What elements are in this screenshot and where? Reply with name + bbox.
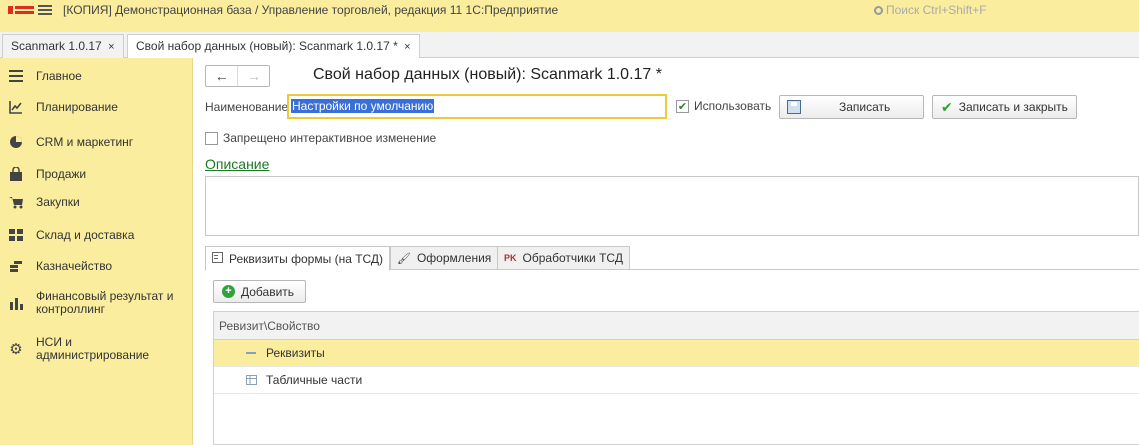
- row-label: Реквизиты: [266, 346, 325, 360]
- cart-icon: [8, 194, 24, 210]
- sidebar-item-administration[interactable]: ⚙ НСИ и администрирование: [0, 336, 193, 362]
- app-title: [КОПИЯ] Демонстрационная база / Управлен…: [63, 3, 559, 17]
- sidebar-item-main[interactable]: Главное: [0, 68, 193, 84]
- column-header[interactable]: Ревизит\Свойство: [214, 312, 1139, 340]
- tab-label: Scanmark 1.0.17: [11, 39, 102, 53]
- use-checkbox-row[interactable]: ✔ Использовать: [676, 99, 771, 113]
- gear-icon: ⚙: [9, 341, 23, 358]
- row-label: Табличные части: [266, 373, 363, 387]
- bar-chart-icon: [8, 295, 24, 311]
- sidebar-item-label: Главное: [36, 68, 82, 83]
- interactive-edit-checkbox[interactable]: [205, 131, 218, 145]
- 1c-logo-icon[interactable]: [8, 6, 34, 14]
- sidebar-item-label: Планирование: [36, 99, 118, 114]
- sidebar-item-purchases[interactable]: Закупки: [0, 194, 193, 210]
- sidebar-item-label: Казначейство: [36, 258, 113, 273]
- table-row[interactable]: Реквизиты: [214, 340, 1139, 367]
- close-icon[interactable]: ×: [404, 41, 410, 53]
- sidebar-item-label: Закупки: [36, 194, 80, 209]
- floppy-disk-icon: [787, 100, 801, 114]
- page-title: Свой набор данных (новый): Scanmark 1.0.…: [313, 66, 662, 83]
- interactive-edit-row[interactable]: Запрещено интерактивное изменение: [205, 131, 436, 145]
- tab-label: Свой набор данных (новый): Scanmark 1.0.…: [136, 39, 398, 53]
- hamburger-menu-icon[interactable]: [38, 5, 52, 15]
- save-button[interactable]: Записать: [779, 95, 924, 119]
- tab-form-fields[interactable]: Реквизиты формы (на ТСД): [205, 246, 391, 271]
- sidebar-item-label: Продажи: [36, 166, 87, 181]
- sidebar-item-warehouse[interactable]: Склад и доставка: [0, 227, 193, 243]
- forward-arrow-icon[interactable]: →: [237, 66, 269, 86]
- bag-icon: [8, 166, 24, 182]
- table-icon: [244, 375, 258, 385]
- history-nav: ← →: [205, 65, 270, 87]
- sidebar-item-crm[interactable]: CRM и маркетинг: [0, 134, 193, 150]
- table-row[interactable]: Табличные части: [214, 367, 1139, 394]
- tab-custom-dataset[interactable]: Свой набор данных (новый): Scanmark 1.0.…: [127, 34, 420, 59]
- use-label: Использовать: [694, 99, 772, 113]
- interactive-edit-label: Запрещено интерактивное изменение: [223, 131, 437, 145]
- name-field[interactable]: Настройки по умолчанию: [287, 94, 667, 119]
- save-button-label: Записать: [839, 100, 891, 114]
- plus-icon: +: [222, 285, 235, 298]
- menu-lines-icon: [8, 68, 24, 84]
- open-documents-bar: Scanmark 1.0.17 × Свой набор данных (нов…: [0, 32, 1139, 59]
- sidebar-item-planning[interactable]: Планирование: [0, 99, 193, 115]
- module-icon: PK: [504, 253, 517, 263]
- close-icon[interactable]: ×: [108, 41, 114, 53]
- coins-icon: [8, 258, 24, 274]
- checkmark-icon: ✔: [941, 98, 953, 115]
- minus-icon[interactable]: [244, 351, 258, 355]
- inner-tabs: Реквизиты формы (на ТСД) 🖌 Оформления PK…: [205, 246, 1139, 271]
- form-fields-icon: [212, 251, 223, 266]
- sidebar-item-financial-result[interactable]: Финансовый результат и контроллинг: [0, 290, 193, 316]
- tab-label: Оформления: [416, 251, 492, 265]
- planning-chart-icon: [8, 99, 24, 115]
- properties-table: Ревизит\Свойство Реквизиты Табличные час…: [213, 311, 1139, 445]
- sidebar-item-sales[interactable]: Продажи: [0, 166, 193, 182]
- description-textarea[interactable]: [205, 176, 1139, 236]
- tab-scanmark[interactable]: Scanmark 1.0.17 ×: [2, 34, 124, 58]
- sidebar-item-label: НСИ и администрирование: [36, 335, 150, 362]
- search-icon: [874, 6, 883, 15]
- tab-label: Реквизиты формы (на ТСД): [229, 251, 384, 266]
- sections-sidebar: Главное Планирование CRM и маркетинг Про…: [0, 58, 193, 445]
- description-link[interactable]: Описание: [205, 156, 269, 172]
- save-and-close-label: Записать и закрыть: [958, 100, 1068, 114]
- app-title-bar: [КОПИЯ] Демонстрационная база / Управлен…: [0, 0, 1139, 32]
- search-placeholder: Поиск Ctrl+Shift+F: [886, 3, 987, 17]
- add-button[interactable]: + Добавить: [213, 280, 306, 303]
- save-and-close-button[interactable]: ✔ Записать и закрыть: [932, 95, 1077, 119]
- global-search[interactable]: Поиск Ctrl+Shift+F: [874, 3, 987, 17]
- name-value: Настройки по умолчанию: [291, 99, 435, 113]
- sidebar-item-label: Склад и доставка: [36, 227, 135, 242]
- sidebar-item-label: CRM и маркетинг: [36, 134, 134, 149]
- tab-handlers[interactable]: PK Обработчики ТСД: [497, 246, 630, 270]
- crm-pie-icon: [8, 134, 24, 150]
- use-checkbox[interactable]: ✔: [676, 99, 689, 113]
- tab-label: Обработчики ТСД: [522, 251, 623, 265]
- sidebar-item-label: Финансовый результат и контроллинг: [36, 289, 174, 316]
- name-label: Наименование:: [205, 100, 292, 114]
- sidebar-item-treasury[interactable]: Казначейство: [0, 258, 193, 274]
- back-arrow-icon[interactable]: ←: [206, 66, 237, 86]
- warehouse-grid-icon: [8, 227, 24, 243]
- tab-styles[interactable]: 🖌 Оформления: [390, 246, 499, 270]
- form-area: ← → Свой набор данных (новый): Scanmark …: [193, 58, 1139, 445]
- brush-icon: 🖌: [397, 252, 411, 265]
- add-button-label: Добавить: [241, 284, 295, 299]
